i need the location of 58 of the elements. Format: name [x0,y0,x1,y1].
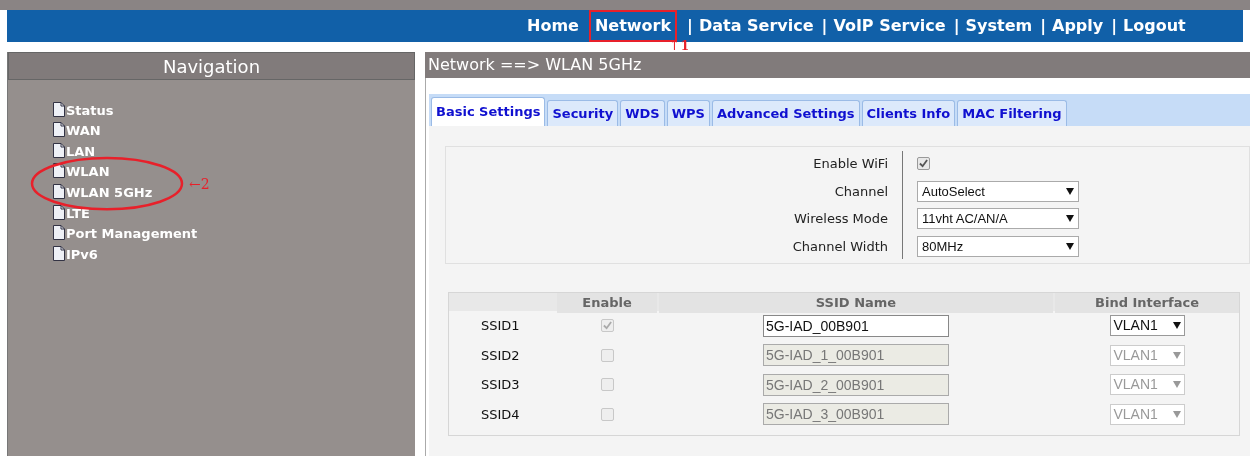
tab[interactable]: WDS [620,100,665,126]
page-icon [53,245,65,261]
menu-separator: | [1111,15,1118,37]
menu-link[interactable]: Logout [1119,14,1190,38]
menu-separator: | [1040,15,1046,37]
page-icon [53,225,65,241]
menu-link[interactable]: System [961,14,1037,38]
setting-label: Channel Width [792,237,889,256]
column-header: Enable [557,293,657,313]
interface-dropdown[interactable]: VLAN1 [1109,315,1185,337]
page-icon [53,204,65,220]
page-icon [53,122,65,138]
setting-label: Enable WiFi [813,155,889,173]
ssid-name-field[interactable]: 5G-IAD_00B901 [763,314,949,337]
tab[interactable]: MAC Filtering [957,100,1067,126]
page-icon [53,183,65,199]
setting-label: Wireless Mode [794,210,889,228]
dropdown[interactable]: AutoSelect [917,180,1079,202]
setting-label: Channel [834,182,889,201]
checkmark-icon [602,321,612,331]
tab[interactable]: Basic Settings [431,97,546,126]
menu-link[interactable]: Apply [1048,14,1108,38]
checkbox[interactable] [917,157,930,171]
checkmark-icon [919,159,928,169]
menu-separator: | [687,15,693,37]
dropdown[interactable]: 11vht AC/AN/A [917,208,1079,230]
ssid-label: SSID1 [480,317,521,335]
page-icon [53,101,65,117]
menu-link[interactable]: VoIP Service [829,14,950,38]
page-icon [53,163,65,179]
tab[interactable]: Advanced Settings [711,100,860,126]
menu-link[interactable]: Data Service [694,14,818,38]
dropdown-caret-icon [1066,215,1074,223]
dropdown-caret-icon [1172,351,1181,359]
dropdown-caret-icon [1172,410,1181,418]
tab[interactable]: WPS [666,100,710,126]
menu-separator: | [821,15,828,37]
dropdown-caret-icon [1066,242,1074,250]
dropdown[interactable]: 80MHz [917,235,1079,257]
dropdown-caret-icon [1066,187,1074,195]
navigation-header: Navigation [8,52,415,80]
breadcrumb-bar: Network ==> WLAN 5GHz [425,52,1250,78]
page-icon [53,142,65,158]
menu-separator: | [953,15,960,37]
ssid-label: SSID3 [480,376,521,394]
ssid-label: SSID2 [480,346,521,365]
dropdown-caret-icon [1172,322,1181,330]
menu-link[interactable]: Home [523,14,583,38]
ssid-label: SSID4 [480,405,521,424]
annotation-label: ←2 [189,174,210,194]
tab[interactable]: Security [547,100,619,126]
column-header: SSID Name [659,293,1053,313]
checkbox[interactable] [600,319,614,333]
tab[interactable]: Clients Info [861,100,956,126]
menu-link[interactable]: Network [588,10,678,42]
column-header: Bind Interface [1055,293,1239,313]
annotation-number: 1 [680,40,690,52]
dropdown-caret-icon [1172,381,1181,389]
